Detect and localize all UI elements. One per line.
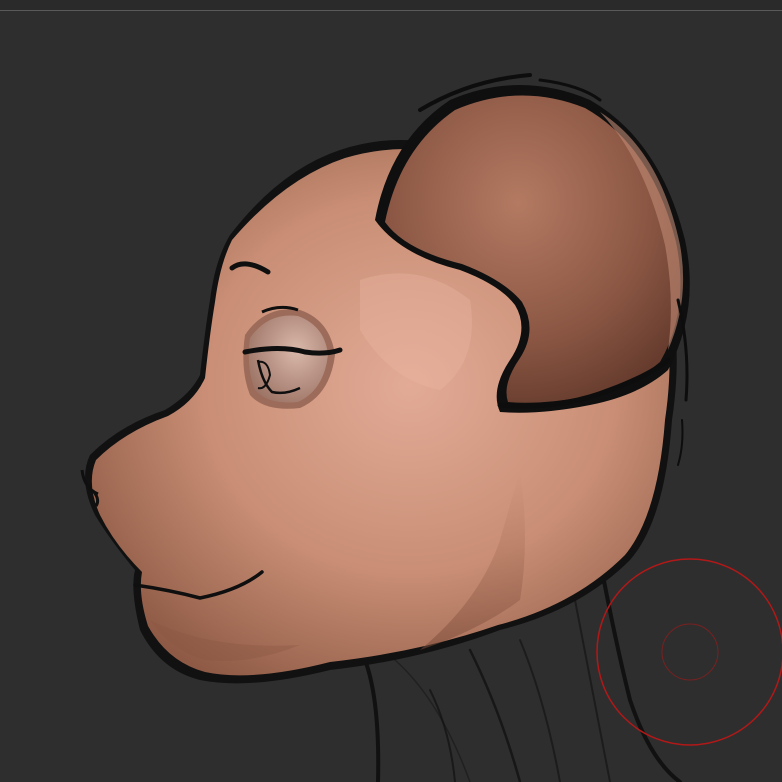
sculpt-viewport[interactable] (0, 0, 782, 782)
sculpt-canvas[interactable] (0, 0, 782, 782)
brush-cursor-icon[interactable] (596, 558, 782, 746)
